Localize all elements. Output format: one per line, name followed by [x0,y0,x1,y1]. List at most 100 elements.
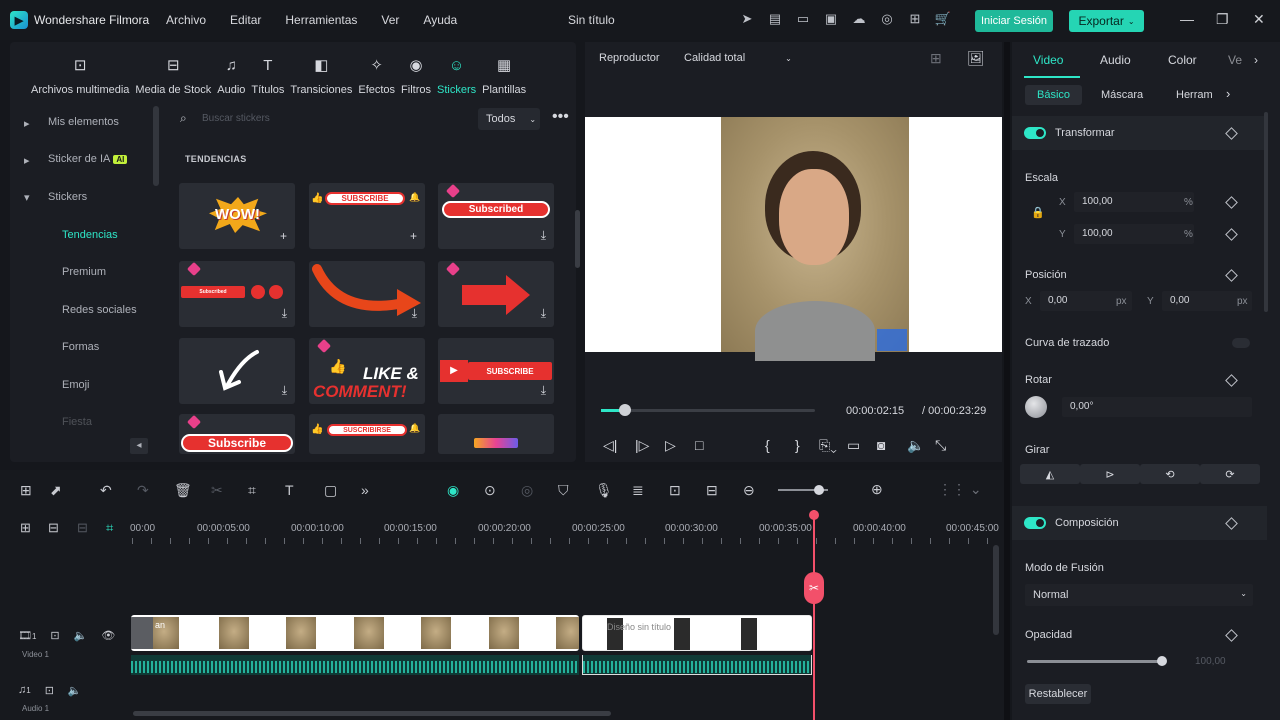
stickers-scrollbar[interactable] [575,210,580,268]
tool-media-de-stock[interactable]: ⊟ Media de Stock [132,56,214,96]
eye-icon[interactable]: 👁 [101,629,115,642]
sticker-tile-wow[interactable]: WOW! + [179,183,295,249]
sticker-tile-like-comment[interactable]: 👍 LIKE & COMMENT! [309,338,425,404]
mark-out-icon[interactable]: } [795,437,819,454]
flip-horizontal-button[interactable]: ◭ [1020,464,1080,484]
sidebar-item-sticker-ia[interactable]: Sticker de IA AI [48,153,128,165]
opacity-value[interactable]: 100,00 [1195,656,1226,667]
export-button[interactable]: Exportar ⌄ [1069,10,1144,32]
redo-icon[interactable]: ↷ [137,482,174,499]
ai-mode-icon[interactable]: ◉ [447,482,484,499]
collapse-sidebar-button[interactable]: ◂ [130,438,148,454]
step-play-icon[interactable]: |▷ [635,437,665,454]
sidebar-item-formas[interactable]: Formas [62,341,99,353]
audio-waveform-1[interactable] [131,655,579,675]
folder-icon[interactable]: ⊡ [45,684,54,697]
save-icon[interactable]: ▣ [822,11,840,27]
sticker-tile-subscribe-red[interactable]: Subscribe [179,414,295,454]
monitor-icon[interactable]: ▭ [794,11,812,27]
download-icon[interactable]: ⤓ [282,383,287,398]
download-icon[interactable]: ⤓ [412,306,417,321]
more-options-icon[interactable]: ••• [552,108,569,126]
select-tool-icon[interactable]: ⬈ [50,482,100,499]
sidebar-item-tendencias[interactable]: Tendencias [62,229,118,241]
download-icon[interactable]: ⤓ [541,383,546,398]
opacity-slider-knob[interactable] [1157,656,1167,666]
stop-icon[interactable]: □ [695,437,765,454]
timeline-hscrollbar[interactable] [133,711,611,716]
menu-herramientas[interactable]: Herramientas [285,13,357,27]
add-icon[interactable]: + [410,229,417,243]
tool-efectos[interactable]: ✧ Efectos [355,56,398,96]
subtab-herramientas[interactable]: Herram [1176,89,1213,101]
subtab-basico[interactable]: Básico [1025,85,1083,105]
snap-icon[interactable]: ⌗ [106,520,113,536]
headset-icon[interactable]: ◎ [878,11,896,27]
timeline-vscrollbar[interactable] [993,545,999,635]
maximize-icon[interactable]: ❐ [1216,11,1229,28]
keyframe-diamond-icon[interactable] [1225,228,1238,241]
download-icon[interactable]: ⤓ [541,228,546,243]
inspector-scrollbar[interactable] [1264,112,1268,312]
keyframe-diamond-icon[interactable] [1225,196,1238,209]
search-input[interactable]: Buscar stickers [202,113,270,124]
cart-icon[interactable]: 🛒 [934,11,952,27]
opacity-slider[interactable] [1027,660,1163,663]
tool-filtros[interactable]: ◉ Filtros [398,56,434,96]
playhead-handle[interactable] [809,510,819,520]
keyframe-diamond-icon[interactable] [1225,374,1238,387]
mark-in-icon[interactable]: { [765,437,795,454]
sidebar-scrollbar[interactable] [153,106,159,186]
send-icon[interactable]: ➤ [738,11,756,27]
play-icon[interactable]: ▷ [665,437,695,454]
crop-icon[interactable]: ⌗ [248,482,285,499]
camera-icon[interactable]: ◙ [877,437,907,454]
sticker-tile-curved-arrow[interactable]: ⤓ [309,261,425,327]
flip-vertical-button[interactable]: ⊳ [1080,464,1140,484]
keyframe-diamond-icon[interactable] [1225,269,1238,282]
mute-icon[interactable]: 🔈 [68,684,82,697]
download-icon[interactable]: ⤓ [541,306,546,321]
filter-dropdown[interactable]: Todos ⌄ [478,108,540,130]
grid-icon[interactable]: ⊞ [906,11,924,27]
fullscreen-icon[interactable]: ⤡ [935,437,955,454]
rotate-right-button[interactable]: ⟳ [1200,464,1260,484]
login-button[interactable]: Iniciar Sesión [975,10,1053,32]
video-clip-1[interactable]: an [131,615,579,651]
audio-mix-icon[interactable]: ≣ [632,482,669,499]
speed-icon[interactable]: ⊙ [484,482,521,499]
microphone-icon[interactable]: 🎙 [595,482,632,499]
rotate-left-button[interactable]: ⟲ [1140,464,1200,484]
sidebar-item-mis-elementos[interactable]: Mis elementos [48,116,119,128]
tab-ve[interactable]: Ve [1228,53,1242,67]
scale-x-input[interactable]: 100,00 [1074,192,1194,212]
chevron-right-icon[interactable]: › [1254,53,1258,67]
frame-icon[interactable]: ▢ [324,482,361,499]
grid-view-icon[interactable]: ⊞ [930,50,942,67]
close-icon[interactable]: ✕ [1253,11,1265,28]
tool-stickers[interactable]: ☺ Stickers [434,56,479,96]
rotate-input[interactable]: 0,00° [1062,397,1252,417]
scissors-icon[interactable]: ✂ [804,572,824,604]
sidebar-item-emoji[interactable]: Emoji [62,379,90,391]
tool-archivos-multimedia[interactable]: ⊡ Archivos multimedia [28,56,132,96]
quality-dropdown[interactable]: Calidad total ⌄ [684,52,792,64]
subtab-mascara[interactable]: Máscara [1101,89,1143,101]
audio-waveform-2[interactable] [582,655,812,675]
zoom-in-icon[interactable]: ⊕ [871,481,883,498]
scale-y-input[interactable]: 100,00 [1074,224,1194,244]
sticker-tile-suscribirse[interactable]: 👍 SUSCRIBIRSE 🔔 [309,414,425,454]
link-icon[interactable]: ⊟ [48,520,59,536]
menu-archivo[interactable]: Archivo [166,13,206,27]
split-screen-icon[interactable]: ⊟ [706,482,743,499]
blend-mode-select[interactable]: Normal ⌄ [1025,584,1253,606]
transform-toggle[interactable] [1024,127,1046,139]
sticker-tile-youtube-subscribe[interactable]: ▶ SUBSCRIBE ⤓ [438,338,554,404]
text-tool-icon[interactable]: T [285,482,324,499]
insert-icon[interactable]: ⎘⌄ [819,437,847,454]
zoom-slider-knob[interactable] [814,485,824,495]
sidebar-item-redes-sociales[interactable]: Redes sociales [62,304,137,316]
menu-ayuda[interactable]: Ayuda [423,13,457,27]
layout-icon[interactable]: ⊞ [20,482,50,499]
lock-ratio-icon[interactable]: 🔒 [1031,206,1045,219]
